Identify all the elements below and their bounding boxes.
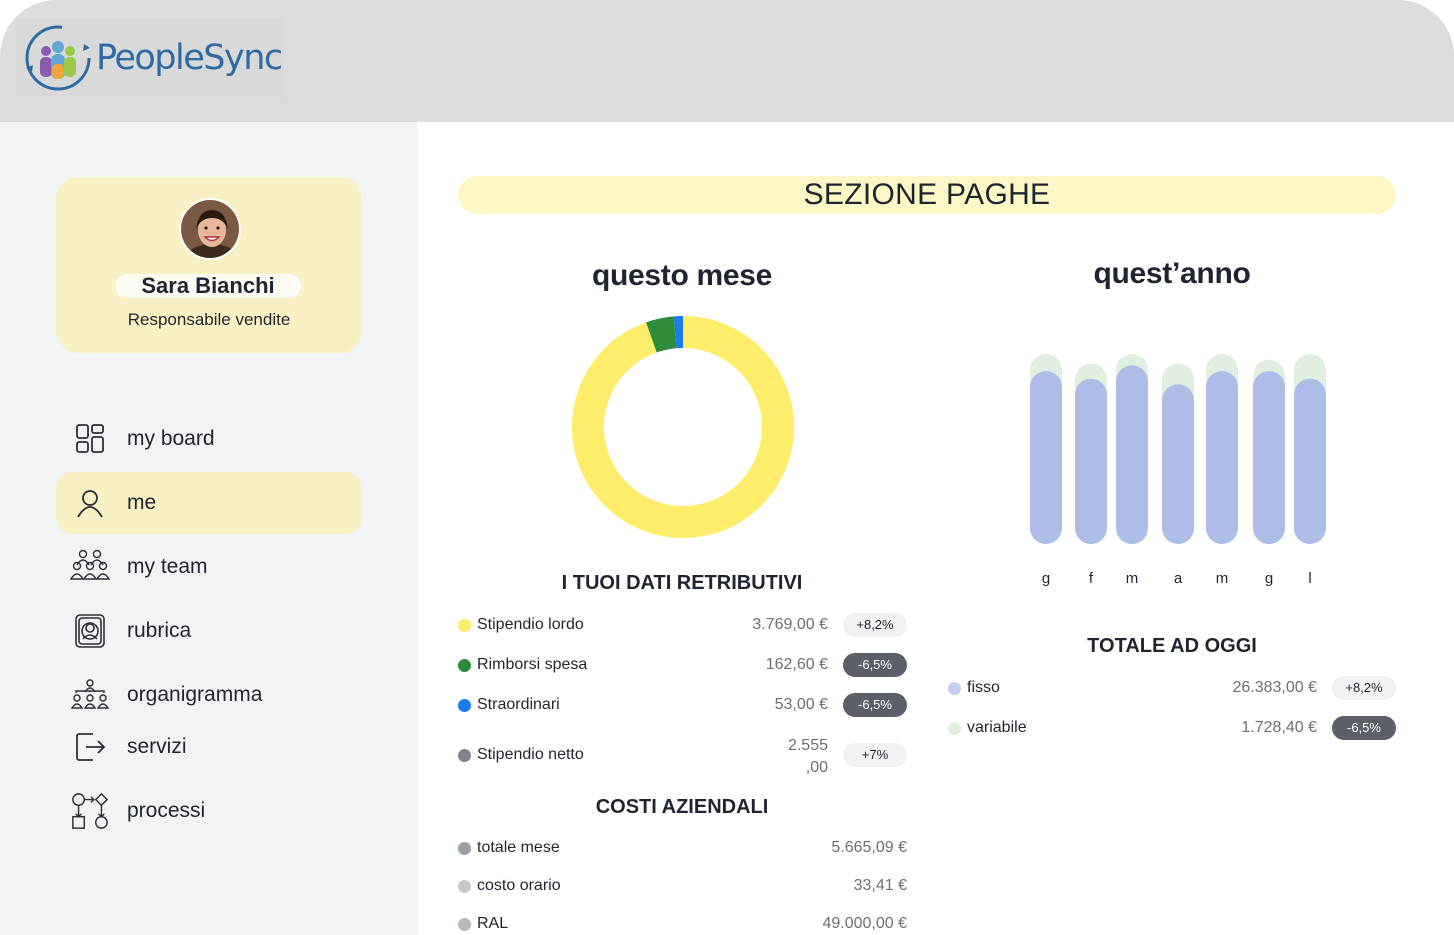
bar-fisso-6[interactable] bbox=[1294, 378, 1326, 544]
company-costs-title: COSTI AZIENDALI bbox=[595, 796, 769, 818]
row-label: RAL bbox=[477, 915, 509, 932]
nav-item-rubrica[interactable]: rubrica bbox=[56, 600, 362, 662]
year-title: quest’anno bbox=[1093, 257, 1251, 290]
top-bar: PeopleSync bbox=[0, 0, 1454, 122]
bar-fisso-4[interactable] bbox=[1206, 371, 1238, 544]
row-label: Stipendio netto bbox=[477, 746, 584, 763]
row-value: 53,00 € bbox=[774, 696, 828, 713]
trend-badge: -6,5% bbox=[1332, 716, 1396, 740]
main-content: SEZIONE PAGHE questo mese I TUOI DATI RE… bbox=[418, 122, 1454, 935]
process-icon bbox=[70, 791, 110, 831]
month-tick-label: m bbox=[1215, 570, 1229, 587]
bar-fisso-5[interactable] bbox=[1253, 371, 1285, 544]
section-title: SEZIONE PAGHE bbox=[458, 176, 1396, 214]
legend-dot bbox=[458, 841, 471, 855]
nav-item-servizi[interactable]: servizi bbox=[56, 716, 362, 778]
trend-badge: +8,2% bbox=[1332, 676, 1396, 700]
nav-label: servizi bbox=[127, 735, 187, 758]
month-tick-label: m bbox=[1125, 570, 1139, 587]
totals-title: TOTALE AD OGGI bbox=[1087, 635, 1257, 657]
row-label: Stipendio lordo bbox=[477, 616, 584, 633]
row-value-line2: ,00 bbox=[805, 759, 828, 776]
row-value: 162,60 € bbox=[765, 656, 828, 673]
monthly-donut-chart bbox=[572, 316, 794, 538]
donut-slice-rimborsi-spesa[interactable] bbox=[645, 316, 677, 353]
yearly-bar-chart bbox=[1030, 354, 1326, 544]
row-label: variabile bbox=[967, 719, 1027, 736]
avatar[interactable] bbox=[179, 198, 241, 260]
nav-label: my board bbox=[127, 427, 215, 450]
legend-dot bbox=[458, 879, 471, 893]
nav-item-processi[interactable]: processi bbox=[56, 780, 362, 842]
cost-row: totale mese bbox=[458, 836, 560, 860]
logout-icon bbox=[70, 727, 110, 767]
nav-item-me[interactable]: me bbox=[56, 472, 362, 534]
row-label: costo orario bbox=[477, 877, 561, 894]
row-value-line1: 2.555 bbox=[787, 737, 828, 754]
nav-label: rubrica bbox=[127, 619, 192, 642]
nav-label: me bbox=[127, 491, 157, 514]
app-window: PeopleSync Sara Bianchi Responsabile ven… bbox=[0, 0, 1454, 935]
row-value: 5.665,09 € bbox=[831, 839, 907, 856]
salary-data-title: I TUOI DATI RETRIBUTIVI bbox=[561, 572, 803, 594]
dashboard-icon bbox=[70, 419, 110, 459]
legend-dot bbox=[458, 618, 471, 632]
bar-fisso-0[interactable] bbox=[1030, 371, 1062, 544]
salary-row: Straordinari bbox=[458, 693, 560, 717]
trend-badge: +7% bbox=[843, 743, 907, 767]
legend-dot bbox=[458, 748, 471, 762]
profile-role: Responsabile vendite bbox=[127, 310, 291, 329]
team-icon bbox=[70, 547, 110, 587]
nav-label: processi bbox=[127, 799, 206, 822]
user-icon bbox=[70, 483, 110, 523]
month-tick-label: g bbox=[1041, 570, 1051, 587]
row-label: totale mese bbox=[477, 839, 560, 856]
profile-name: Sara Bianchi bbox=[115, 274, 301, 298]
month-tick-label: f bbox=[1088, 570, 1094, 587]
trend-badge: -6,5% bbox=[843, 653, 907, 677]
legend-dot bbox=[458, 698, 471, 712]
salary-row: Rimborsi spesa bbox=[458, 653, 587, 677]
sidebar: Sara Bianchi Responsabile vendite my boa… bbox=[0, 122, 418, 935]
month-title: questo mese bbox=[591, 259, 773, 292]
cost-row: costo orario bbox=[458, 874, 561, 898]
month-tick-label: l bbox=[1308, 570, 1312, 587]
legend-dot bbox=[948, 721, 961, 735]
legend-dot bbox=[458, 917, 471, 931]
org-chart-icon bbox=[70, 675, 110, 715]
row-label: Rimborsi spesa bbox=[477, 656, 588, 673]
row-value: 26.383,00 € bbox=[1232, 679, 1317, 696]
row-label: Straordinari bbox=[477, 696, 560, 713]
salary-row: Stipendio lordo bbox=[458, 613, 584, 637]
legend-dot bbox=[948, 681, 961, 695]
people-logo-icon bbox=[25, 25, 91, 91]
nav-item-my-board[interactable]: my board bbox=[56, 408, 362, 470]
nav-item-my-team[interactable]: my team bbox=[56, 536, 362, 598]
row-value: 33,41 € bbox=[853, 877, 907, 894]
trend-badge: -6,5% bbox=[843, 693, 907, 717]
salary-row: Stipendio netto bbox=[458, 743, 584, 767]
trend-badge: +8,2% bbox=[843, 613, 907, 637]
totals-row: fisso bbox=[948, 676, 1000, 700]
bar-fisso-3[interactable] bbox=[1162, 384, 1194, 544]
bar-fisso-1[interactable] bbox=[1075, 378, 1107, 544]
legend-dot bbox=[458, 658, 471, 672]
contacts-icon bbox=[70, 611, 110, 651]
bar-fisso-2[interactable] bbox=[1116, 365, 1148, 544]
profile-card: Sara Bianchi Responsabile vendite bbox=[56, 177, 362, 353]
row-label: fisso bbox=[967, 679, 1000, 696]
row-value: 49.000,00 € bbox=[822, 915, 907, 932]
cost-row: RAL bbox=[458, 912, 508, 935]
app-logo[interactable]: PeopleSync bbox=[16, 18, 284, 98]
row-value: 2.555 ,00 bbox=[788, 735, 828, 779]
nav-label: organigramma bbox=[127, 683, 263, 706]
row-value: 1.728,40 € bbox=[1241, 719, 1317, 736]
row-value: 3.769,00 € bbox=[752, 616, 828, 633]
donut-slice-stipendio-lordo[interactable] bbox=[572, 316, 794, 538]
app-name: PeopleSync bbox=[96, 38, 283, 78]
month-tick-label: a bbox=[1173, 570, 1183, 587]
month-tick-label: g bbox=[1264, 570, 1274, 587]
totals-row: variabile bbox=[948, 716, 1027, 740]
nav-label: my team bbox=[127, 555, 208, 578]
